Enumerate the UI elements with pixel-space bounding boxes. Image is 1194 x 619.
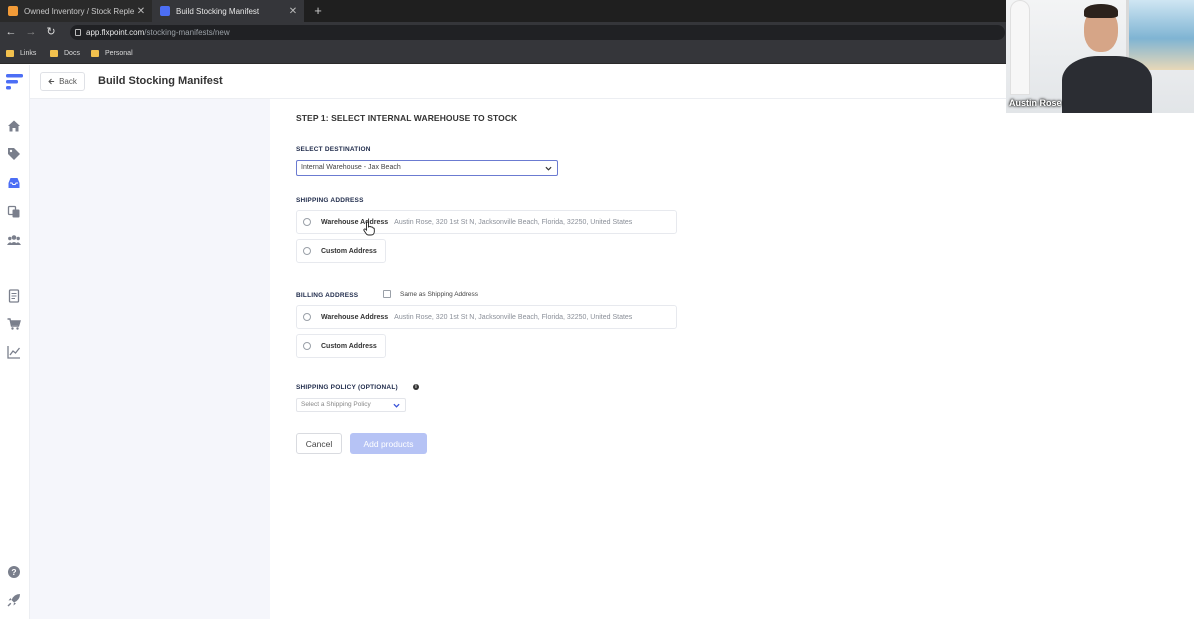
option-label: Custom Address — [321, 247, 377, 255]
arrow-left-icon — [48, 78, 55, 85]
same-as-shipping-checkbox[interactable] — [383, 290, 391, 298]
browser-tab-build-stocking-manifest[interactable]: Build Stocking Manifest ✕ — [152, 0, 304, 22]
shipping-address-label: SHIPPING ADDRESS — [296, 197, 364, 204]
option-label: Warehouse Address — [321, 313, 389, 321]
folder-icon — [50, 49, 58, 57]
info-icon[interactable]: i — [413, 384, 419, 390]
radio-button[interactable] — [303, 313, 311, 321]
destination-select[interactable]: Internal Warehouse - Jax Beach — [296, 160, 558, 176]
cart-icon[interactable] — [5, 316, 23, 332]
rocket-icon[interactable] — [5, 592, 23, 608]
option-address: Austin Rose, 320 1st St N, Jacksonville … — [394, 313, 633, 321]
surfboard-image — [1010, 0, 1030, 95]
bookmark-label: Docs — [64, 49, 80, 57]
tag-icon[interactable] — [5, 146, 23, 162]
radio-button[interactable] — [303, 218, 311, 226]
hand-cursor-icon — [363, 221, 375, 236]
shipping-custom-option[interactable]: Custom Address — [296, 239, 386, 263]
svg-text:?: ? — [11, 567, 16, 577]
flxpoint-logo-icon[interactable] — [4, 71, 26, 93]
flxpoint-favicon-icon — [160, 6, 170, 16]
bookmark-personal[interactable]: Personal — [91, 47, 133, 59]
chevron-down-icon — [545, 166, 552, 171]
lock-icon — [75, 29, 81, 36]
option-label: Warehouse Address — [321, 218, 389, 226]
shipping-policy-label: SHIPPING POLICY (OPTIONAL) — [296, 384, 398, 391]
option-address: Austin Rose, 320 1st St N, Jacksonville … — [394, 218, 633, 226]
url-path: /stocking-manifests/new — [144, 28, 230, 37]
back-label: Back — [59, 77, 77, 86]
url-field[interactable]: app.flxpoint.com/stocking-manifests/new — [70, 25, 1005, 40]
destination-value: Internal Warehouse - Jax Beach — [301, 164, 401, 171]
inventory-favicon-icon — [8, 6, 18, 16]
bookmark-links[interactable]: Links — [6, 47, 36, 59]
billing-custom-option[interactable]: Custom Address — [296, 334, 386, 358]
billing-address-label: BILLING ADDRESS — [296, 292, 359, 299]
step-title: STEP 1: SELECT INTERNAL WAREHOUSE TO STO… — [296, 113, 518, 123]
webcam-overlay: Austin Rose — [1006, 0, 1194, 113]
destination-label: SELECT DESTINATION — [296, 146, 371, 153]
help-icon[interactable]: ? — [5, 564, 23, 580]
copy-icon[interactable] — [5, 204, 23, 220]
add-products-button[interactable]: Add products — [350, 433, 427, 454]
same-as-shipping-label[interactable]: Same as Shipping Address — [400, 291, 478, 298]
folder-icon — [91, 49, 99, 57]
back-arrow-icon[interactable]: ← — [4, 25, 18, 39]
app-sidebar: ? — [0, 65, 30, 619]
bookmark-label: Personal — [105, 49, 133, 57]
bookmark-label: Links — [20, 49, 37, 57]
forward-arrow-icon[interactable]: → — [24, 25, 38, 39]
reload-icon[interactable]: ↻ — [44, 25, 58, 39]
url-host: app.flxpoint.com — [86, 28, 145, 37]
receipt-icon[interactable] — [5, 288, 23, 304]
manifest-form: STEP 1: SELECT INTERNAL WAREHOUSE TO STO… — [270, 99, 1194, 619]
chevron-down-icon — [393, 403, 400, 408]
page-title: Build Stocking Manifest — [98, 75, 223, 87]
billing-warehouse-option[interactable]: Warehouse Address Austin Rose, 320 1st S… — [296, 305, 677, 329]
presenter-hair — [1084, 4, 1118, 18]
radio-button[interactable] — [303, 247, 311, 255]
tab-label: Owned Inventory / Stock Replen — [24, 6, 134, 16]
folder-icon — [6, 49, 14, 57]
tab-label: Build Stocking Manifest — [176, 6, 260, 16]
radio-button[interactable] — [303, 342, 311, 350]
back-button[interactable]: Back — [40, 72, 85, 91]
option-label: Custom Address — [321, 342, 377, 350]
presenter-name: Austin Rose — [1009, 98, 1062, 108]
chart-icon[interactable] — [5, 344, 23, 360]
shipping-warehouse-option[interactable]: Warehouse Address Austin Rose, 320 1st S… — [296, 210, 677, 234]
policy-placeholder: Select a Shipping Policy — [301, 401, 371, 408]
left-panel — [30, 99, 270, 619]
new-tab-button[interactable]: + — [310, 2, 326, 20]
shipping-policy-select[interactable]: Select a Shipping Policy — [296, 398, 406, 412]
cancel-button[interactable]: Cancel — [296, 433, 342, 454]
browser-tab-owned-inventory[interactable]: Owned Inventory / Stock Replen ✕ — [0, 0, 152, 22]
inbox-icon[interactable] — [5, 175, 23, 191]
users-icon[interactable] — [5, 232, 23, 248]
close-icon[interactable]: ✕ — [134, 6, 148, 17]
presenter-body — [1062, 56, 1152, 113]
close-icon[interactable]: ✕ — [286, 6, 300, 17]
home-icon[interactable] — [5, 118, 23, 134]
bookmark-docs[interactable]: Docs — [50, 47, 80, 59]
